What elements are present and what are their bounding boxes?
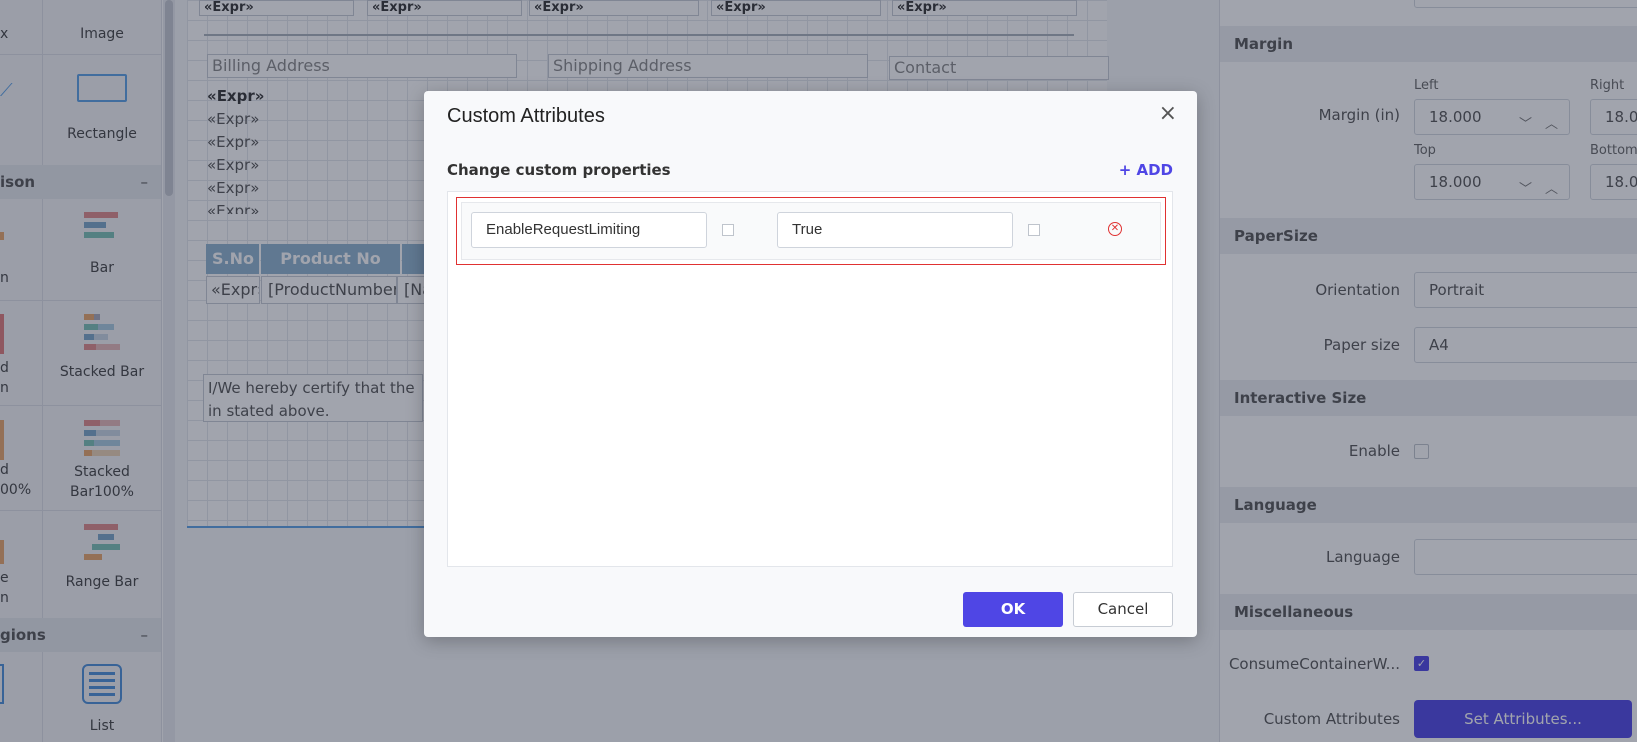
attribute-row: EnableRequestLimiting True ✕	[456, 197, 1166, 265]
attribute-list: EnableRequestLimiting True ✕	[447, 191, 1173, 567]
dialog-subtitle: Change custom properties	[447, 161, 671, 179]
attribute-value-input[interactable]: True	[777, 212, 1013, 248]
attribute-name-checkbox[interactable]	[722, 224, 734, 236]
add-attribute-button[interactable]: + ADD	[1119, 161, 1173, 179]
attribute-row-inner: EnableRequestLimiting True ✕	[461, 202, 1161, 260]
ok-button[interactable]: OK	[963, 592, 1063, 627]
dialog-title: Custom Attributes	[447, 105, 605, 127]
remove-attribute-icon[interactable]: ✕	[1108, 222, 1122, 236]
attribute-name-input[interactable]: EnableRequestLimiting	[471, 212, 707, 248]
custom-attributes-dialog: Custom Attributes × Change custom proper…	[424, 91, 1197, 637]
cancel-button[interactable]: Cancel	[1073, 592, 1173, 627]
close-icon[interactable]: ×	[1159, 101, 1177, 126]
attribute-value-checkbox[interactable]	[1028, 224, 1040, 236]
